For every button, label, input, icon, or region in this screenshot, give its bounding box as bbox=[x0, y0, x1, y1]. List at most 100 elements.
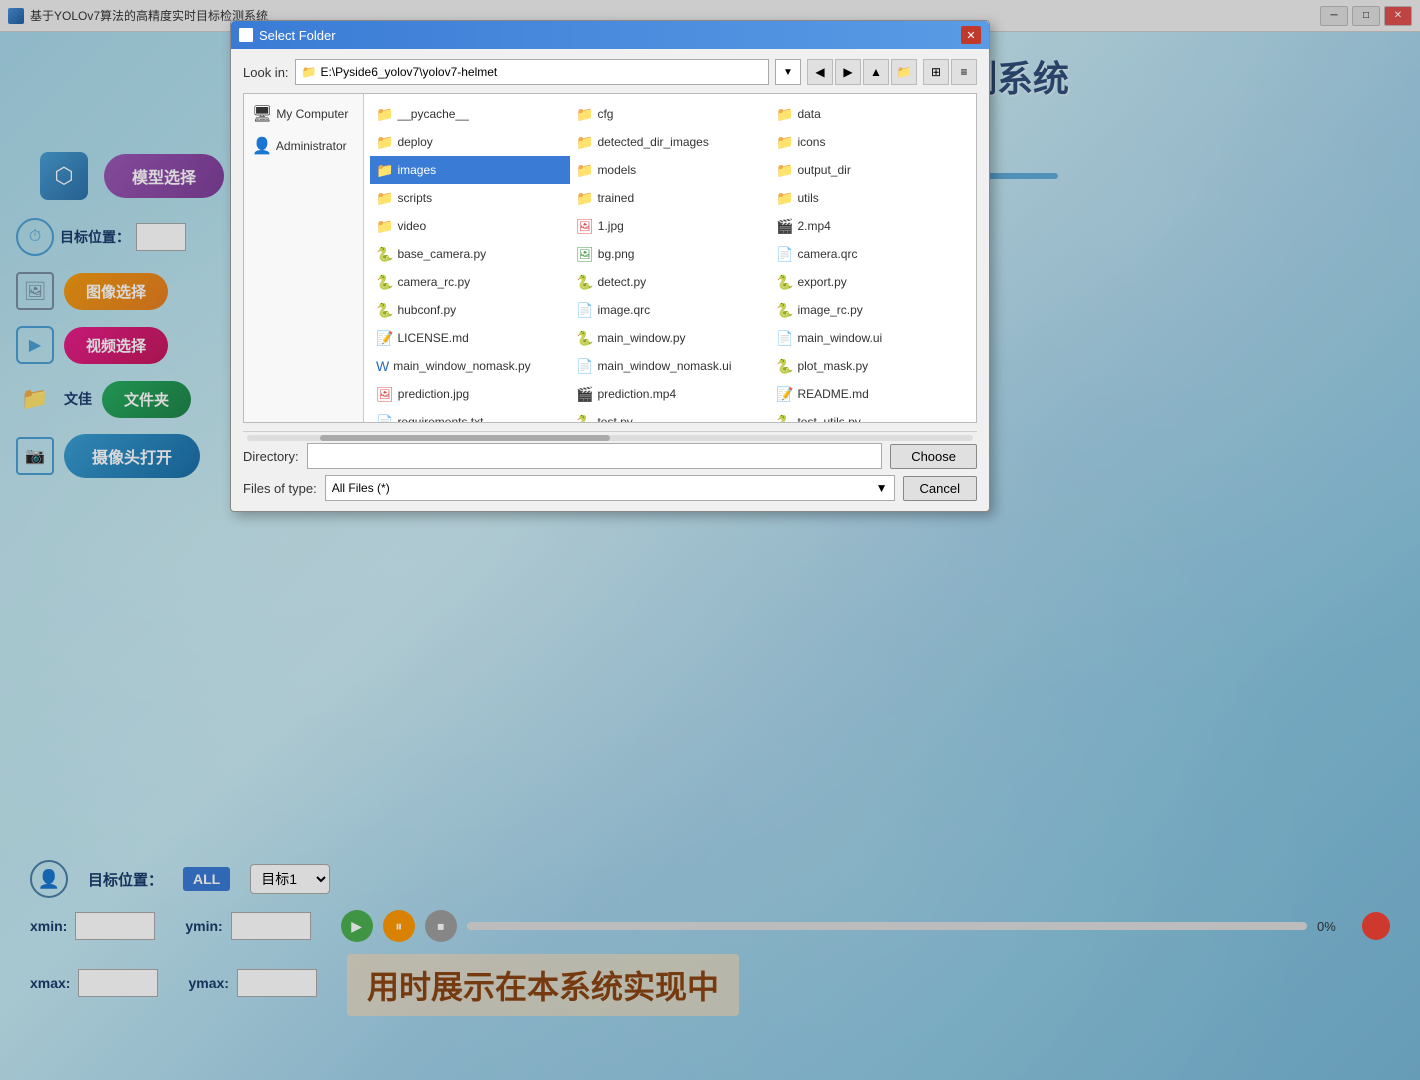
files-type-label: Files of type: bbox=[243, 481, 317, 496]
list-item[interactable]: 📄main_window_nomask.ui bbox=[570, 352, 770, 380]
computer-icon: 🖥 bbox=[252, 104, 272, 124]
list-item[interactable]: 📁cfg bbox=[570, 100, 770, 128]
md-icon: 📝 bbox=[776, 386, 793, 403]
list-item[interactable]: 📁detected_dir_images bbox=[570, 128, 770, 156]
list-item[interactable]: 🐍plot_mask.py bbox=[770, 352, 970, 380]
list-item[interactable]: 🐍hubconf.py bbox=[370, 296, 570, 324]
py-icon: 🐍 bbox=[576, 274, 593, 291]
lookin-input[interactable]: 📁 E:\Pyside6_yolov7\yolov7-helmet bbox=[295, 59, 769, 85]
view-buttons: ⊞ ≡ bbox=[923, 59, 977, 85]
list-item[interactable]: 📄camera.qrc bbox=[770, 240, 970, 268]
directory-row: Directory: Choose bbox=[243, 443, 977, 469]
list-item[interactable]: 📁deploy bbox=[370, 128, 570, 156]
py-icon: 🐍 bbox=[376, 274, 393, 291]
list-item[interactable]: 🖼prediction.jpg bbox=[370, 380, 570, 408]
nav-forward-button[interactable]: ▶ bbox=[835, 59, 861, 85]
dialog-body: Look in: 📁 E:\Pyside6_yolov7\yolov7-helm… bbox=[231, 49, 989, 511]
user-icon: 👤 bbox=[252, 136, 272, 156]
view-list-button[interactable]: ≡ bbox=[951, 59, 977, 85]
nav-item-administrator[interactable]: 👤 Administrator bbox=[244, 130, 363, 162]
list-item[interactable]: 🖼bg.png bbox=[570, 240, 770, 268]
list-item[interactable]: 📁scripts bbox=[370, 184, 570, 212]
list-item[interactable]: 📁utils bbox=[770, 184, 970, 212]
file-browser: 🖥 My Computer 👤 Administrator 📁__pycache… bbox=[243, 93, 977, 423]
word-icon: W bbox=[376, 358, 389, 374]
py-icon: 🐍 bbox=[376, 246, 393, 263]
list-item[interactable]: 🎬prediction.mp4 bbox=[570, 380, 770, 408]
lookin-dropdown[interactable]: ▼ bbox=[775, 59, 801, 85]
ui-icon: 📄 bbox=[576, 358, 593, 375]
nav-up-button[interactable]: ▲ bbox=[863, 59, 889, 85]
py-icon: 🐍 bbox=[776, 414, 793, 423]
scrollbar[interactable] bbox=[243, 431, 977, 443]
directory-input[interactable] bbox=[307, 443, 883, 469]
list-item[interactable]: 🐍main_window.py bbox=[570, 324, 770, 352]
dropdown-arrow-icon: ▼ bbox=[876, 481, 888, 495]
list-item[interactable]: 🎬2.mp4 bbox=[770, 212, 970, 240]
list-item[interactable]: 🐍test.py bbox=[570, 408, 770, 422]
list-item[interactable]: 📁trained bbox=[570, 184, 770, 212]
py-icon: 🐍 bbox=[576, 414, 593, 423]
dialog-title: Select Folder bbox=[259, 28, 961, 43]
qrc-icon: 📄 bbox=[576, 302, 593, 319]
folder-icon: 📁 bbox=[376, 106, 393, 123]
scrollbar-thumb bbox=[320, 435, 610, 441]
folder-icon: 📁 bbox=[376, 190, 393, 207]
list-item[interactable]: 📝README.md bbox=[770, 380, 970, 408]
nav-panel: 🖥 My Computer 👤 Administrator bbox=[244, 94, 364, 422]
jpg-icon: 🖼 bbox=[576, 218, 594, 235]
cancel-button[interactable]: Cancel bbox=[903, 476, 977, 501]
py-icon: 🐍 bbox=[576, 330, 593, 347]
lookin-folder-icon: 📁 bbox=[302, 65, 317, 79]
list-item[interactable]: 📁output_dir bbox=[770, 156, 970, 184]
nav-item-mycomputer[interactable]: 🖥 My Computer bbox=[244, 98, 363, 130]
scrollbar-track bbox=[247, 435, 973, 441]
list-item[interactable]: 📁icons bbox=[770, 128, 970, 156]
folder-icon: 📁 bbox=[576, 162, 593, 179]
list-item[interactable]: 📁video bbox=[370, 212, 570, 240]
choose-button[interactable]: Choose bbox=[890, 444, 977, 469]
jpg-icon: 🖼 bbox=[376, 386, 394, 403]
folder-icon: 📁 bbox=[576, 190, 593, 207]
list-item[interactable]: 🐍export.py bbox=[770, 268, 970, 296]
nav-buttons: ◀ ▶ ▲ 📁 bbox=[807, 59, 917, 85]
qrc-icon: 📄 bbox=[776, 246, 793, 263]
list-item[interactable]: 📁data bbox=[770, 100, 970, 128]
png-icon: 🖼 bbox=[576, 246, 594, 263]
list-item[interactable]: 📁images bbox=[370, 156, 570, 184]
list-item[interactable]: 📄main_window.ui bbox=[770, 324, 970, 352]
nav-new-folder-button[interactable]: 📁 bbox=[891, 59, 917, 85]
list-item[interactable]: Wmain_window_nomask.py bbox=[370, 352, 570, 380]
list-item[interactable]: 📄image.qrc bbox=[570, 296, 770, 324]
md-icon: 📝 bbox=[376, 330, 393, 347]
list-item[interactable]: 🐍base_camera.py bbox=[370, 240, 570, 268]
list-item[interactable]: 📁__pycache__ bbox=[370, 100, 570, 128]
list-item[interactable]: 📝LICENSE.md bbox=[370, 324, 570, 352]
folder-icon: 📁 bbox=[776, 106, 793, 123]
lookin-path: E:\Pyside6_yolov7\yolov7-helmet bbox=[321, 65, 498, 79]
dialog-close-button[interactable]: ✕ bbox=[961, 26, 981, 44]
py-icon: 🐍 bbox=[776, 358, 793, 375]
py-icon: 🐍 bbox=[776, 302, 793, 319]
view-grid-button[interactable]: ⊞ bbox=[923, 59, 949, 85]
folder-icon: 📁 bbox=[776, 162, 793, 179]
folder-icon: 📁 bbox=[376, 134, 393, 151]
list-item[interactable]: 🖼1.jpg bbox=[570, 212, 770, 240]
files-type-select[interactable]: All Files (*) ▼ bbox=[325, 475, 895, 501]
list-item[interactable]: 📄requirements.txt bbox=[370, 408, 570, 422]
list-item[interactable]: 🐍test_utils.py bbox=[770, 408, 970, 422]
folder-icon: 📁 bbox=[576, 106, 593, 123]
files-type-value: All Files (*) bbox=[332, 481, 390, 495]
py-icon: 🐍 bbox=[776, 274, 793, 291]
folder-icon: 📁 bbox=[376, 218, 393, 235]
nav-mycomputer-label: My Computer bbox=[276, 107, 348, 121]
list-item[interactable]: 🐍camera_rc.py bbox=[370, 268, 570, 296]
list-item[interactable]: 🐍image_rc.py bbox=[770, 296, 970, 324]
folder-icon: 📁 bbox=[776, 134, 793, 151]
folder-icon: 📁 bbox=[776, 190, 793, 207]
folder-icon: 📁 bbox=[576, 134, 593, 151]
list-item[interactable]: 📁models bbox=[570, 156, 770, 184]
folder-icon: 📁 bbox=[376, 162, 393, 179]
nav-back-button[interactable]: ◀ bbox=[807, 59, 833, 85]
list-item[interactable]: 🐍detect.py bbox=[570, 268, 770, 296]
